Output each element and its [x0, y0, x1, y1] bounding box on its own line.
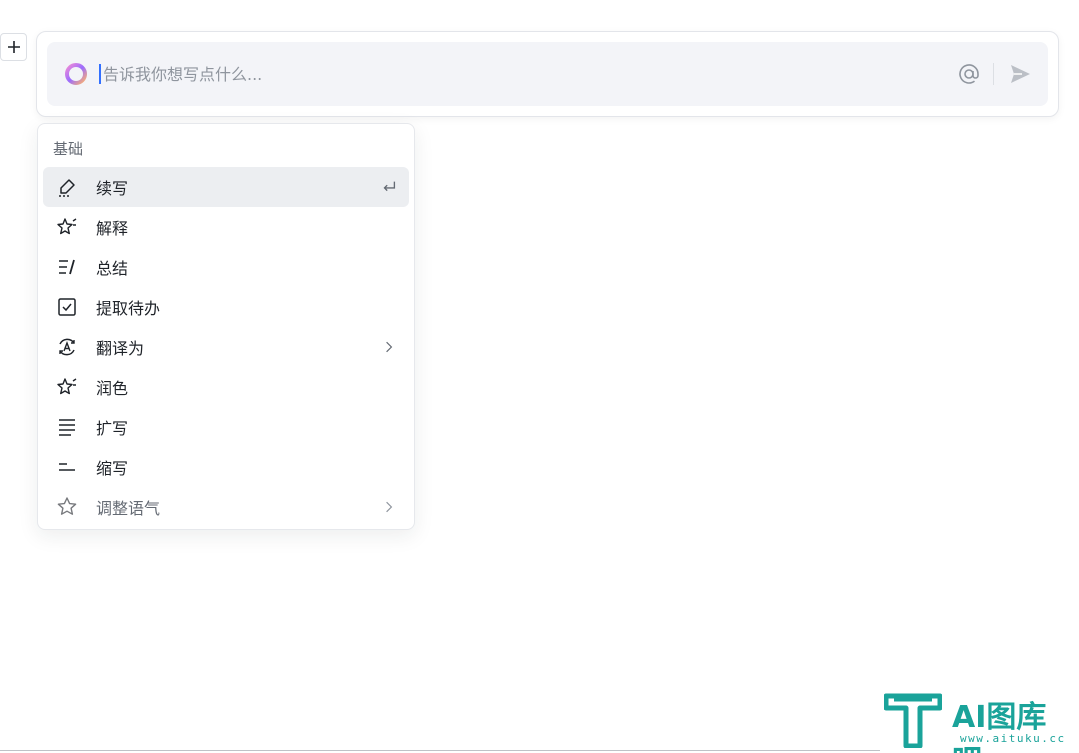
menu-item-label: 翻译为: [96, 339, 145, 358]
summary-icon: [55, 255, 79, 279]
menu-item-label: 调整语气: [96, 499, 161, 518]
watermark-url: www.aituku.cc: [960, 732, 1066, 745]
menu-item-polish[interactable]: 润色: [43, 367, 409, 407]
add-block-button[interactable]: [0, 33, 27, 61]
translate-icon: [55, 335, 79, 359]
menu-section-header: 基础: [53, 140, 84, 158]
checkbox-icon: [55, 295, 79, 319]
menu-item-shorten[interactable]: 缩写: [43, 447, 409, 487]
menu-item-extract-todo[interactable]: 提取待办: [43, 287, 409, 327]
chevron-right-icon: [379, 497, 399, 517]
chevron-right-icon: [379, 337, 399, 357]
mention-button[interactable]: [957, 62, 981, 86]
star-outline-icon: [55, 495, 79, 519]
watermark-logo: AI图库吧 www.aituku.cc: [880, 688, 1070, 753]
sparkle-icon: [55, 375, 79, 399]
sparkle-icon: [55, 215, 79, 239]
ai-logo-icon: [65, 63, 87, 85]
menu-item-explain[interactable]: 解释: [43, 207, 409, 247]
menu-list: 续写 解释 总结 提取待办 翻译为 润色 扩写 缩写 调整语气: [43, 167, 409, 527]
ai-prompt-input[interactable]: [103, 59, 957, 89]
menu-item-label: 扩写: [96, 419, 129, 438]
ai-command-menu: 基础 续写 解释 总结 提取待办 翻译为 润色 扩写 缩写 调整语气: [37, 123, 415, 530]
menu-item-expand[interactable]: 扩写: [43, 407, 409, 447]
menu-item-adjust-tone[interactable]: 调整语气: [43, 487, 409, 527]
pencil-icon: [55, 175, 79, 199]
menu-item-translate[interactable]: 翻译为: [43, 327, 409, 367]
expand-lines-icon: [55, 415, 79, 439]
menu-item-summarize[interactable]: 总结: [43, 247, 409, 287]
aituku-logo-icon: [884, 693, 942, 748]
send-button[interactable]: [1006, 60, 1034, 88]
toolbar-divider: [993, 63, 994, 85]
enter-icon: [379, 177, 399, 197]
menu-item-label: 缩写: [96, 459, 129, 478]
text-caret: [99, 64, 101, 84]
menu-item-label: 总结: [96, 259, 129, 278]
bottom-divider: [0, 750, 880, 751]
ai-prompt-field: [47, 42, 1048, 106]
shorten-lines-icon: [55, 455, 79, 479]
plus-icon: [7, 41, 20, 53]
menu-item-label: 续写: [96, 179, 129, 198]
menu-item-label: 解释: [96, 219, 129, 238]
menu-item-label: 润色: [96, 379, 129, 398]
ai-prompt-bar: [36, 31, 1059, 117]
menu-item-label: 提取待办: [96, 299, 161, 318]
send-icon: [1011, 65, 1030, 83]
page: 基础 续写 解释: [0, 0, 1079, 753]
at-icon: [959, 64, 979, 84]
menu-item-continue-writing[interactable]: 续写: [43, 167, 409, 207]
